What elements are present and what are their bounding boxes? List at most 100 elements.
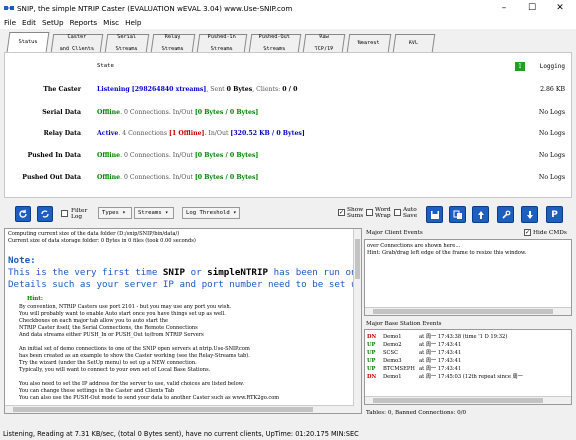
download-icon: [526, 210, 533, 219]
log-line-1: Computing current size of the data folde…: [8, 231, 180, 237]
filter-log-label: Filter Log: [71, 208, 88, 220]
word-wrap-checkbox[interactable]: [366, 209, 373, 216]
base-event-row: UP BTCMSEPH at 周一 17:43:41: [367, 366, 462, 372]
log-horizontal-scrollbar[interactable]: [5, 405, 354, 413]
client-event-hint: Hint: Grab/drag left edge of the frame t…: [367, 250, 527, 256]
pushed-in-row: Pushed In Data Offline. 0 Connections. I…: [5, 152, 571, 164]
menu-edit[interactable]: Edit: [22, 18, 36, 27]
hint-line: You also need to set the IP address for …: [19, 381, 245, 387]
hint-line: You can change these settings in the Cas…: [19, 388, 175, 394]
auto-save-label: Auto Save: [403, 207, 418, 219]
close-button[interactable]: ✕: [546, 0, 574, 16]
base-event-row: UP SCSC at 周一 17:43:41: [367, 350, 462, 356]
menu-bar: File Edit SetUp Reports Misc Help: [0, 16, 576, 29]
reconnect-button[interactable]: [37, 206, 53, 222]
caster-size: 2.86 KB: [540, 86, 565, 93]
tab-strip: Status Caster and Clients Serial Streams R…: [0, 30, 576, 52]
copy-log-button[interactable]: [449, 206, 466, 223]
maximize-button[interactable]: ☐: [518, 0, 546, 16]
relay-row: Relay Data Active. 4 Connections [1 Offl…: [5, 130, 571, 142]
hint-line: An initial set of demo connections to on…: [19, 346, 250, 352]
show-sums-label: Show Sums: [347, 207, 364, 219]
scroll-thumb[interactable]: [373, 398, 543, 403]
tab-relay-streams[interactable]: Relay Streams: [150, 34, 196, 52]
tab-serial-streams[interactable]: Serial Streams: [104, 34, 150, 52]
hint-line: By convention, NTRIP Casters use port 21…: [19, 304, 232, 310]
tab-nearest[interactable]: Nearest: [346, 34, 392, 52]
filter-log-checkbox[interactable]: [61, 210, 68, 217]
menu-misc[interactable]: Misc: [103, 18, 119, 27]
hint-line: Typically, you will want to connect to y…: [19, 367, 211, 373]
minimize-button[interactable]: –: [490, 0, 518, 16]
hint-line: NTRIP Caster itself, the Serial Connecti…: [19, 325, 198, 331]
upload-button[interactable]: [472, 206, 489, 223]
hide-cmds-checkbox[interactable]: ✓: [524, 229, 531, 236]
base-event-row: UP Demo2 at 周一 17:43:41: [367, 342, 462, 348]
word-wrap-label: Word Wrap: [375, 207, 391, 219]
hint-line: Try the wizard (under the SetUp menu) to…: [19, 360, 197, 366]
serial-logs: No Logs: [538, 109, 565, 116]
scroll-thumb[interactable]: [355, 239, 360, 279]
tab-raw-tcp-ip[interactable]: Raw TCP/IP: [302, 34, 346, 52]
relay-logs: No Logs: [538, 130, 565, 137]
base-horizontal-scrollbar[interactable]: [365, 396, 571, 404]
download-button[interactable]: [521, 206, 538, 223]
base-station-events-panel[interactable]: DN Demo1 at 周一 17:43:38 (time '1 D 19:32) …: [364, 329, 572, 405]
tab-caster-and-clients[interactable]: Caster and Clients: [50, 34, 104, 52]
pushed-in-status: Offline. 0 Connections. In/Out [0 Bytes …: [97, 152, 259, 159]
state-header-row: State 1 Logging: [5, 62, 571, 75]
log-panel[interactable]: Computing current size of the data folde…: [4, 228, 362, 414]
auto-save-checkbox[interactable]: [394, 209, 401, 216]
hide-cmds-label: Hide CMDs: [533, 230, 567, 236]
serial-label: Serial Data: [42, 109, 81, 116]
relay-label: Relay Data: [43, 130, 81, 137]
caster-label: The Caster: [43, 86, 81, 93]
hint-line: And data streams either PUSH_In or PUSH_…: [19, 332, 204, 338]
chevron-down-icon: ▾: [233, 210, 237, 216]
hint-line: You can also use the PUSH-Out mode to se…: [19, 395, 280, 401]
title-bar: SNIP, the simple NTRIP Caster (EVALUATIO…: [0, 0, 576, 16]
log-vertical-scrollbar[interactable]: [353, 229, 361, 413]
chevron-down-icon: ▾: [164, 210, 169, 216]
menu-help[interactable]: Help: [125, 18, 141, 27]
types-dropdown[interactable]: Types ▾: [98, 207, 132, 219]
logging-label: Logging: [539, 63, 565, 70]
major-client-events-header: Major Client Events: [366, 230, 423, 236]
menu-setup[interactable]: SetUp: [42, 18, 64, 27]
client-horizontal-scrollbar[interactable]: [365, 307, 571, 315]
note-line-b: Details such as your server IP and port …: [8, 279, 362, 290]
pushed-in-logs: No Logs: [538, 152, 565, 159]
ppp-button[interactable]: P: [546, 206, 563, 223]
status-bar: Listening, Reading at 7.31 KB/sec, (tota…: [3, 430, 359, 438]
major-client-events-panel[interactable]: over Connections are shown here... Hint:…: [364, 239, 572, 316]
tab-pushed-out-streams[interactable]: Pushed-Out Streams: [248, 34, 302, 52]
copy-icon: [453, 210, 462, 219]
scroll-thumb[interactable]: [13, 407, 313, 412]
client-event-line: over Connections are shown here...: [367, 243, 461, 249]
status-panel: State 1 Logging The Caster Listening [29…: [4, 52, 572, 198]
tables-banned-footer: Tables: 0, Banned Connections: 0/0: [366, 410, 467, 416]
floppy-icon: [430, 210, 439, 219]
serial-status: Offline. 0 Connections. In/Out [0 Bytes …: [97, 109, 259, 116]
wrench-icon: [501, 210, 510, 219]
tab-pushed-in-streams[interactable]: Pushed-In Streams: [196, 34, 248, 52]
app-icon: [4, 6, 14, 10]
pushed-in-label: Pushed In Data: [27, 152, 81, 159]
save-log-button[interactable]: [426, 206, 443, 223]
serial-row: Serial Data Offline. 0 Connections. In/O…: [5, 109, 571, 121]
refresh-button[interactable]: [15, 206, 31, 222]
log-threshold-dropdown[interactable]: Log Threshold ▾: [182, 207, 240, 219]
streams-dropdown[interactable]: Streams ▾: [134, 207, 174, 219]
menu-reports[interactable]: Reports: [70, 18, 98, 27]
tools-button[interactable]: [497, 206, 514, 223]
upload-icon: [477, 210, 484, 219]
tab-status[interactable]: Status: [6, 32, 50, 52]
tab-avl[interactable]: AVL: [392, 34, 436, 52]
base-station-events-header: Major Base Station Events: [366, 321, 442, 327]
menu-file[interactable]: File: [4, 18, 16, 27]
scroll-thumb[interactable]: [373, 309, 553, 314]
log-line-2: Current size of data storage folder: 0 B…: [8, 238, 196, 244]
pushed-out-status: Offline. 0 Connections. In/Out [0 Bytes …: [97, 174, 259, 181]
show-sums-checkbox[interactable]: ✓: [338, 209, 345, 216]
base-event-row: DN Demo1 at 周一 17:43:38 (time '1 D 19:32): [367, 334, 508, 340]
